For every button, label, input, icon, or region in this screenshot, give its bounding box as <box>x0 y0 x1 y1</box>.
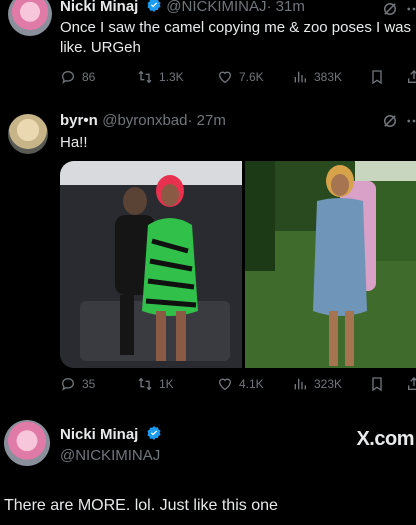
like-count: 4.1K <box>239 377 264 391</box>
views-icon <box>294 71 306 83</box>
tweet1-actions: 86 1.3K 7.6K 383K <box>60 69 416 89</box>
author-handle[interactable]: @byronxbad <box>102 112 187 129</box>
repost-icon <box>138 377 152 391</box>
x-brand-logo: X.com <box>356 428 414 450</box>
views-button[interactable]: 383K <box>292 69 342 85</box>
like-icon <box>218 378 232 391</box>
grok-icon[interactable] <box>381 0 399 18</box>
tweet2-actions: 35 1K 4.1K 323K <box>60 376 416 396</box>
repost-button[interactable]: 1.3K <box>137 69 184 85</box>
media-photo-left[interactable] <box>60 161 242 368</box>
like-button[interactable]: 7.6K <box>217 69 264 85</box>
reply-count: 86 <box>82 70 96 84</box>
reply-button[interactable]: 35 <box>60 376 95 392</box>
avatar[interactable] <box>4 420 50 466</box>
verified-badge-icon <box>147 426 161 440</box>
views-button[interactable]: 323K <box>292 376 342 392</box>
verified-badge-icon <box>147 0 161 12</box>
avatar[interactable] <box>8 0 52 36</box>
reply-button[interactable]: 86 <box>60 69 95 85</box>
author-name[interactable]: Nicki Minaj <box>60 426 138 443</box>
like-icon <box>218 71 232 84</box>
tweet-text: Once I saw the camel copying me & zoo po… <box>60 19 411 56</box>
author-name[interactable]: byr•n <box>60 112 98 129</box>
reply-icon <box>61 377 75 391</box>
photo-right-image <box>245 161 416 368</box>
author-handle[interactable]: @NICKIMINAJ <box>166 0 266 15</box>
author-name[interactable]: Nicki Minaj <box>60 0 138 15</box>
card-text: There are MORE. lol. Just like this one <box>4 497 278 514</box>
tweet1-header: Nicki Minaj @NICKIMINAJ· 31m <box>60 0 305 16</box>
share-icon[interactable] <box>406 69 416 85</box>
tweet-time[interactable]: · 27m <box>188 112 226 129</box>
media-photo-right[interactable] <box>245 161 416 368</box>
like-count: 7.6K <box>239 70 264 84</box>
repost-icon <box>138 70 152 84</box>
like-button[interactable]: 4.1K <box>217 376 264 392</box>
repost-count: 1.3K <box>159 70 184 84</box>
card-header: Nicki Minaj @NICKIMINAJ <box>60 425 162 464</box>
repost-count: 1K <box>159 377 174 391</box>
avatar[interactable] <box>8 114 48 154</box>
views-count: 383K <box>314 70 343 84</box>
more-icon[interactable] <box>405 112 416 130</box>
views-count: 323K <box>314 377 343 391</box>
grok-icon[interactable] <box>381 112 399 130</box>
photo-left-image <box>60 161 242 368</box>
views-icon <box>294 378 306 390</box>
tweet-text: Ha!! <box>60 134 88 151</box>
tweet2-header: byr•n @byronxbad· 27m <box>60 112 226 130</box>
reply-count: 35 <box>82 377 96 391</box>
tweet-time[interactable]: · 31m <box>267 0 305 15</box>
more-icon[interactable] <box>405 0 416 18</box>
author-handle[interactable]: @NICKIMINAJ <box>60 447 162 464</box>
repost-button[interactable]: 1K <box>137 376 174 392</box>
reply-icon <box>61 70 75 84</box>
bookmark-icon[interactable] <box>369 376 385 392</box>
share-icon[interactable] <box>406 376 416 392</box>
bookmark-icon[interactable] <box>369 69 385 85</box>
